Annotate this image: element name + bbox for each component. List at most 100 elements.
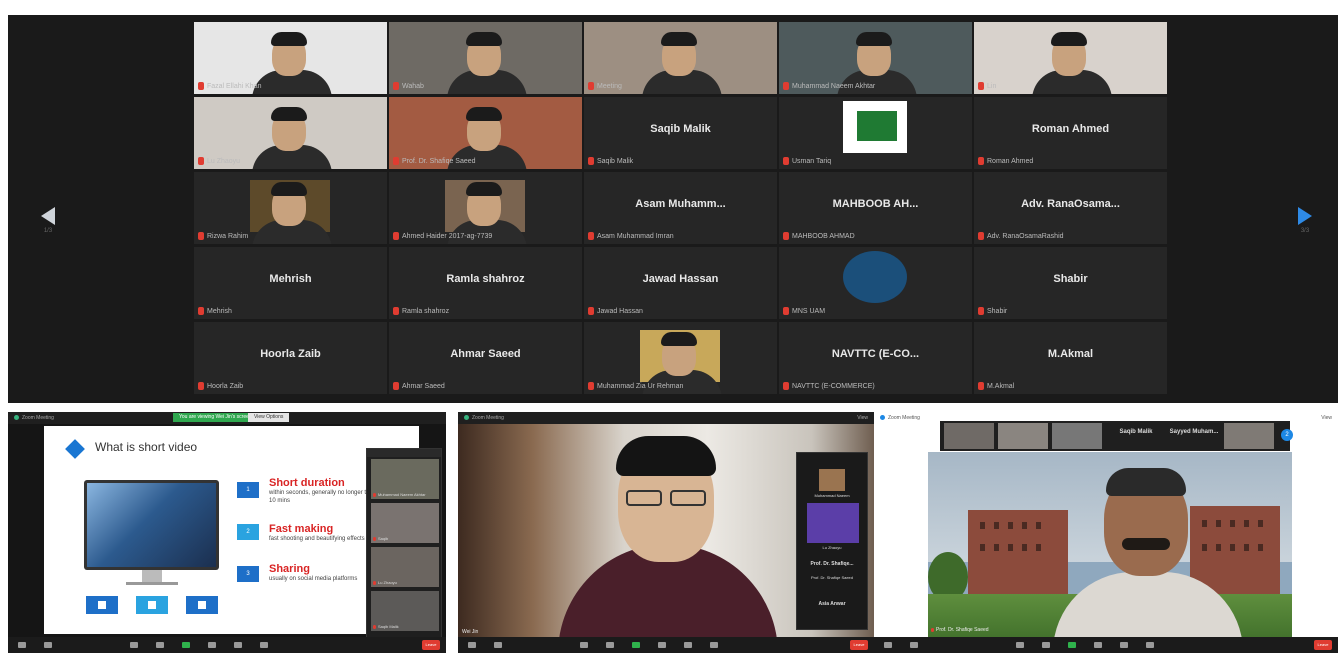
share-screen-icon[interactable] xyxy=(1068,642,1076,648)
strip-video-tile[interactable] xyxy=(944,423,994,449)
mic-icon[interactable] xyxy=(468,642,476,648)
muted-mic-icon xyxy=(978,382,984,390)
participant-name: Rizwa Rahim xyxy=(207,232,249,240)
record-icon[interactable] xyxy=(1094,642,1102,648)
participant-name: MAHBOOB AHMAD xyxy=(792,232,855,240)
mustache xyxy=(1122,538,1170,550)
strip-video-tile[interactable]: Saqib xyxy=(371,503,439,543)
participant-tile[interactable]: Roman Ahmed Roman Ahmed xyxy=(974,97,1167,169)
participants-icon[interactable] xyxy=(130,642,138,648)
participant-tile[interactable]: Shabir Shabir xyxy=(974,247,1167,319)
view-button[interactable]: View xyxy=(1321,415,1332,421)
apps-icon[interactable] xyxy=(260,642,268,648)
participant-tile[interactable]: NAVTTC (E-CO... NAVTTC (E-COMMERCE) xyxy=(779,322,972,394)
muted-mic-icon xyxy=(588,307,594,315)
strip-video-tile[interactable] xyxy=(1224,423,1274,449)
participant-tile[interactable]: Saqib Malik Saqib Malik xyxy=(584,97,777,169)
muted-mic-icon xyxy=(588,382,594,390)
strip-video-tile[interactable] xyxy=(998,423,1048,449)
participants-icon[interactable] xyxy=(580,642,588,648)
participant-name: MNS UAM xyxy=(792,307,826,315)
participant-name: Asam Muhammad Imran xyxy=(597,232,674,240)
participant-tile[interactable]: Meeting xyxy=(584,22,777,94)
participant-strip: Saqib Malik Sayyed Muham... 2 xyxy=(940,421,1293,451)
participant-name: Muhammad Zia Ur Rehman xyxy=(597,382,684,390)
participant-tile[interactable]: M.Akmal M.Akmal xyxy=(974,322,1167,394)
chat-icon[interactable] xyxy=(156,642,164,648)
strip-video-tile[interactable]: Saqib Malik xyxy=(371,591,439,631)
participant-name: Ramla shahroz xyxy=(402,307,450,315)
participant-tile[interactable]: Asam Muhamm... Asam Muhammad Imran xyxy=(584,172,777,244)
reactions-icon[interactable] xyxy=(1120,642,1128,648)
reactions-icon[interactable] xyxy=(684,642,692,648)
participant-tile[interactable]: Usman Tariq xyxy=(779,97,972,169)
participant-tile[interactable]: Muhammad Naeem Akhtar xyxy=(779,22,972,94)
participant-tile[interactable]: Fazal Ellahi Khan xyxy=(194,22,387,94)
mic-icon[interactable] xyxy=(18,642,26,648)
participant-name: Ahmed Haider 2017-ag-7739 xyxy=(402,232,493,240)
participant-tile[interactable]: Jawad Hassan Jawad Hassan xyxy=(584,247,777,319)
speaker-view-panel: Zoom Meeting View Muhammad Naeem Lu Zhao… xyxy=(458,412,874,653)
participant-caption: Lin xyxy=(978,82,1163,90)
participant-name-display: Shabir xyxy=(1053,273,1088,285)
participant-tile[interactable]: Muhammad Zia Ur Rehman xyxy=(584,322,777,394)
apps-icon[interactable] xyxy=(710,642,718,648)
participant-tile[interactable]: Prof. Dr. Shafiqe Saeed xyxy=(389,97,582,169)
mic-icon[interactable] xyxy=(884,642,892,648)
strip-video-tile[interactable] xyxy=(1052,423,1102,449)
participant-tile[interactable]: Ahmar Saeed Ahmar Saeed xyxy=(389,322,582,394)
leave-button[interactable]: Leave xyxy=(422,640,440,650)
participant-name-display: NAVTTC (E-CO... xyxy=(831,348,920,360)
view-options-button[interactable]: View Options xyxy=(248,413,290,422)
participant-caption: Ahmar Saeed xyxy=(393,382,578,390)
apps-icon[interactable] xyxy=(1146,642,1154,648)
share-screen-icon[interactable] xyxy=(182,642,190,648)
strip-video-tile[interactable]: Lu Zhaoyu xyxy=(371,547,439,587)
participant-tile[interactable]: Rizwa Rahim xyxy=(194,172,387,244)
participant-tile[interactable]: Lu Zhaoyu xyxy=(194,97,387,169)
bars-icon xyxy=(186,596,218,614)
speaker-caption: Prof. Dr. Shafiqe Saeed xyxy=(931,627,989,633)
muted-mic-icon xyxy=(373,536,376,541)
participant-tile[interactable]: Lin xyxy=(974,22,1167,94)
camera-icon[interactable] xyxy=(44,642,52,648)
participant-tile[interactable]: MAHBOOB AH... MAHBOOB AHMAD xyxy=(779,172,972,244)
reactions-icon[interactable] xyxy=(234,642,242,648)
chat-icon[interactable] xyxy=(1042,642,1050,648)
strip-video-tile[interactable]: Muhammad Naeem Akhtar xyxy=(371,459,439,499)
participant-caption: M.Akmal xyxy=(978,382,1163,390)
leave-button[interactable]: Leave xyxy=(1314,640,1332,650)
participant-name: Shabir xyxy=(987,307,1008,315)
participant-tile[interactable]: Ahmed Haider 2017-ag-7739 xyxy=(389,172,582,244)
slide-title: What is short video xyxy=(95,440,198,454)
previous-page-arrow-icon[interactable]: 1/3 xyxy=(36,205,60,235)
participant-name: Lu Zhaoyu xyxy=(207,157,241,165)
chat-icon[interactable] xyxy=(606,642,614,648)
strip-video-tile[interactable] xyxy=(819,469,845,491)
camera-icon[interactable] xyxy=(910,642,918,648)
folder-icon xyxy=(136,596,168,614)
participant-tile[interactable]: Hoorla Zaib Hoorla Zaib xyxy=(194,322,387,394)
participant-tile[interactable]: MNS UAM xyxy=(779,247,972,319)
muted-mic-icon xyxy=(588,157,594,165)
meeting-toolbar xyxy=(874,637,1338,653)
participants-icon[interactable] xyxy=(1016,642,1024,648)
participant-caption: Usman Tariq xyxy=(783,157,968,165)
record-icon[interactable] xyxy=(208,642,216,648)
leave-button[interactable]: Leave xyxy=(850,640,868,650)
page-badge[interactable]: 2 xyxy=(1281,429,1293,441)
participant-tile[interactable]: Wahab xyxy=(389,22,582,94)
next-page-arrow-icon[interactable]: 3/3 xyxy=(1293,205,1317,235)
camera-icon[interactable] xyxy=(494,642,502,648)
participant-caption: Mehrish xyxy=(198,307,383,315)
monitor-illustration xyxy=(84,480,219,570)
strip-video-tile[interactable] xyxy=(807,503,859,543)
participant-tile[interactable]: Mehrish Mehrish xyxy=(194,247,387,319)
participant-tile[interactable]: Adv. RanaOsama... Adv. RanaOsamaRashid xyxy=(974,172,1167,244)
participant-tile[interactable]: Ramla shahroz Ramla shahroz xyxy=(389,247,582,319)
view-button[interactable]: View xyxy=(857,415,868,421)
share-screen-icon[interactable] xyxy=(632,642,640,648)
record-icon[interactable] xyxy=(658,642,666,648)
participant-name-display: Jawad Hassan xyxy=(642,273,719,285)
participant-caption: Roman Ahmed xyxy=(978,157,1163,165)
